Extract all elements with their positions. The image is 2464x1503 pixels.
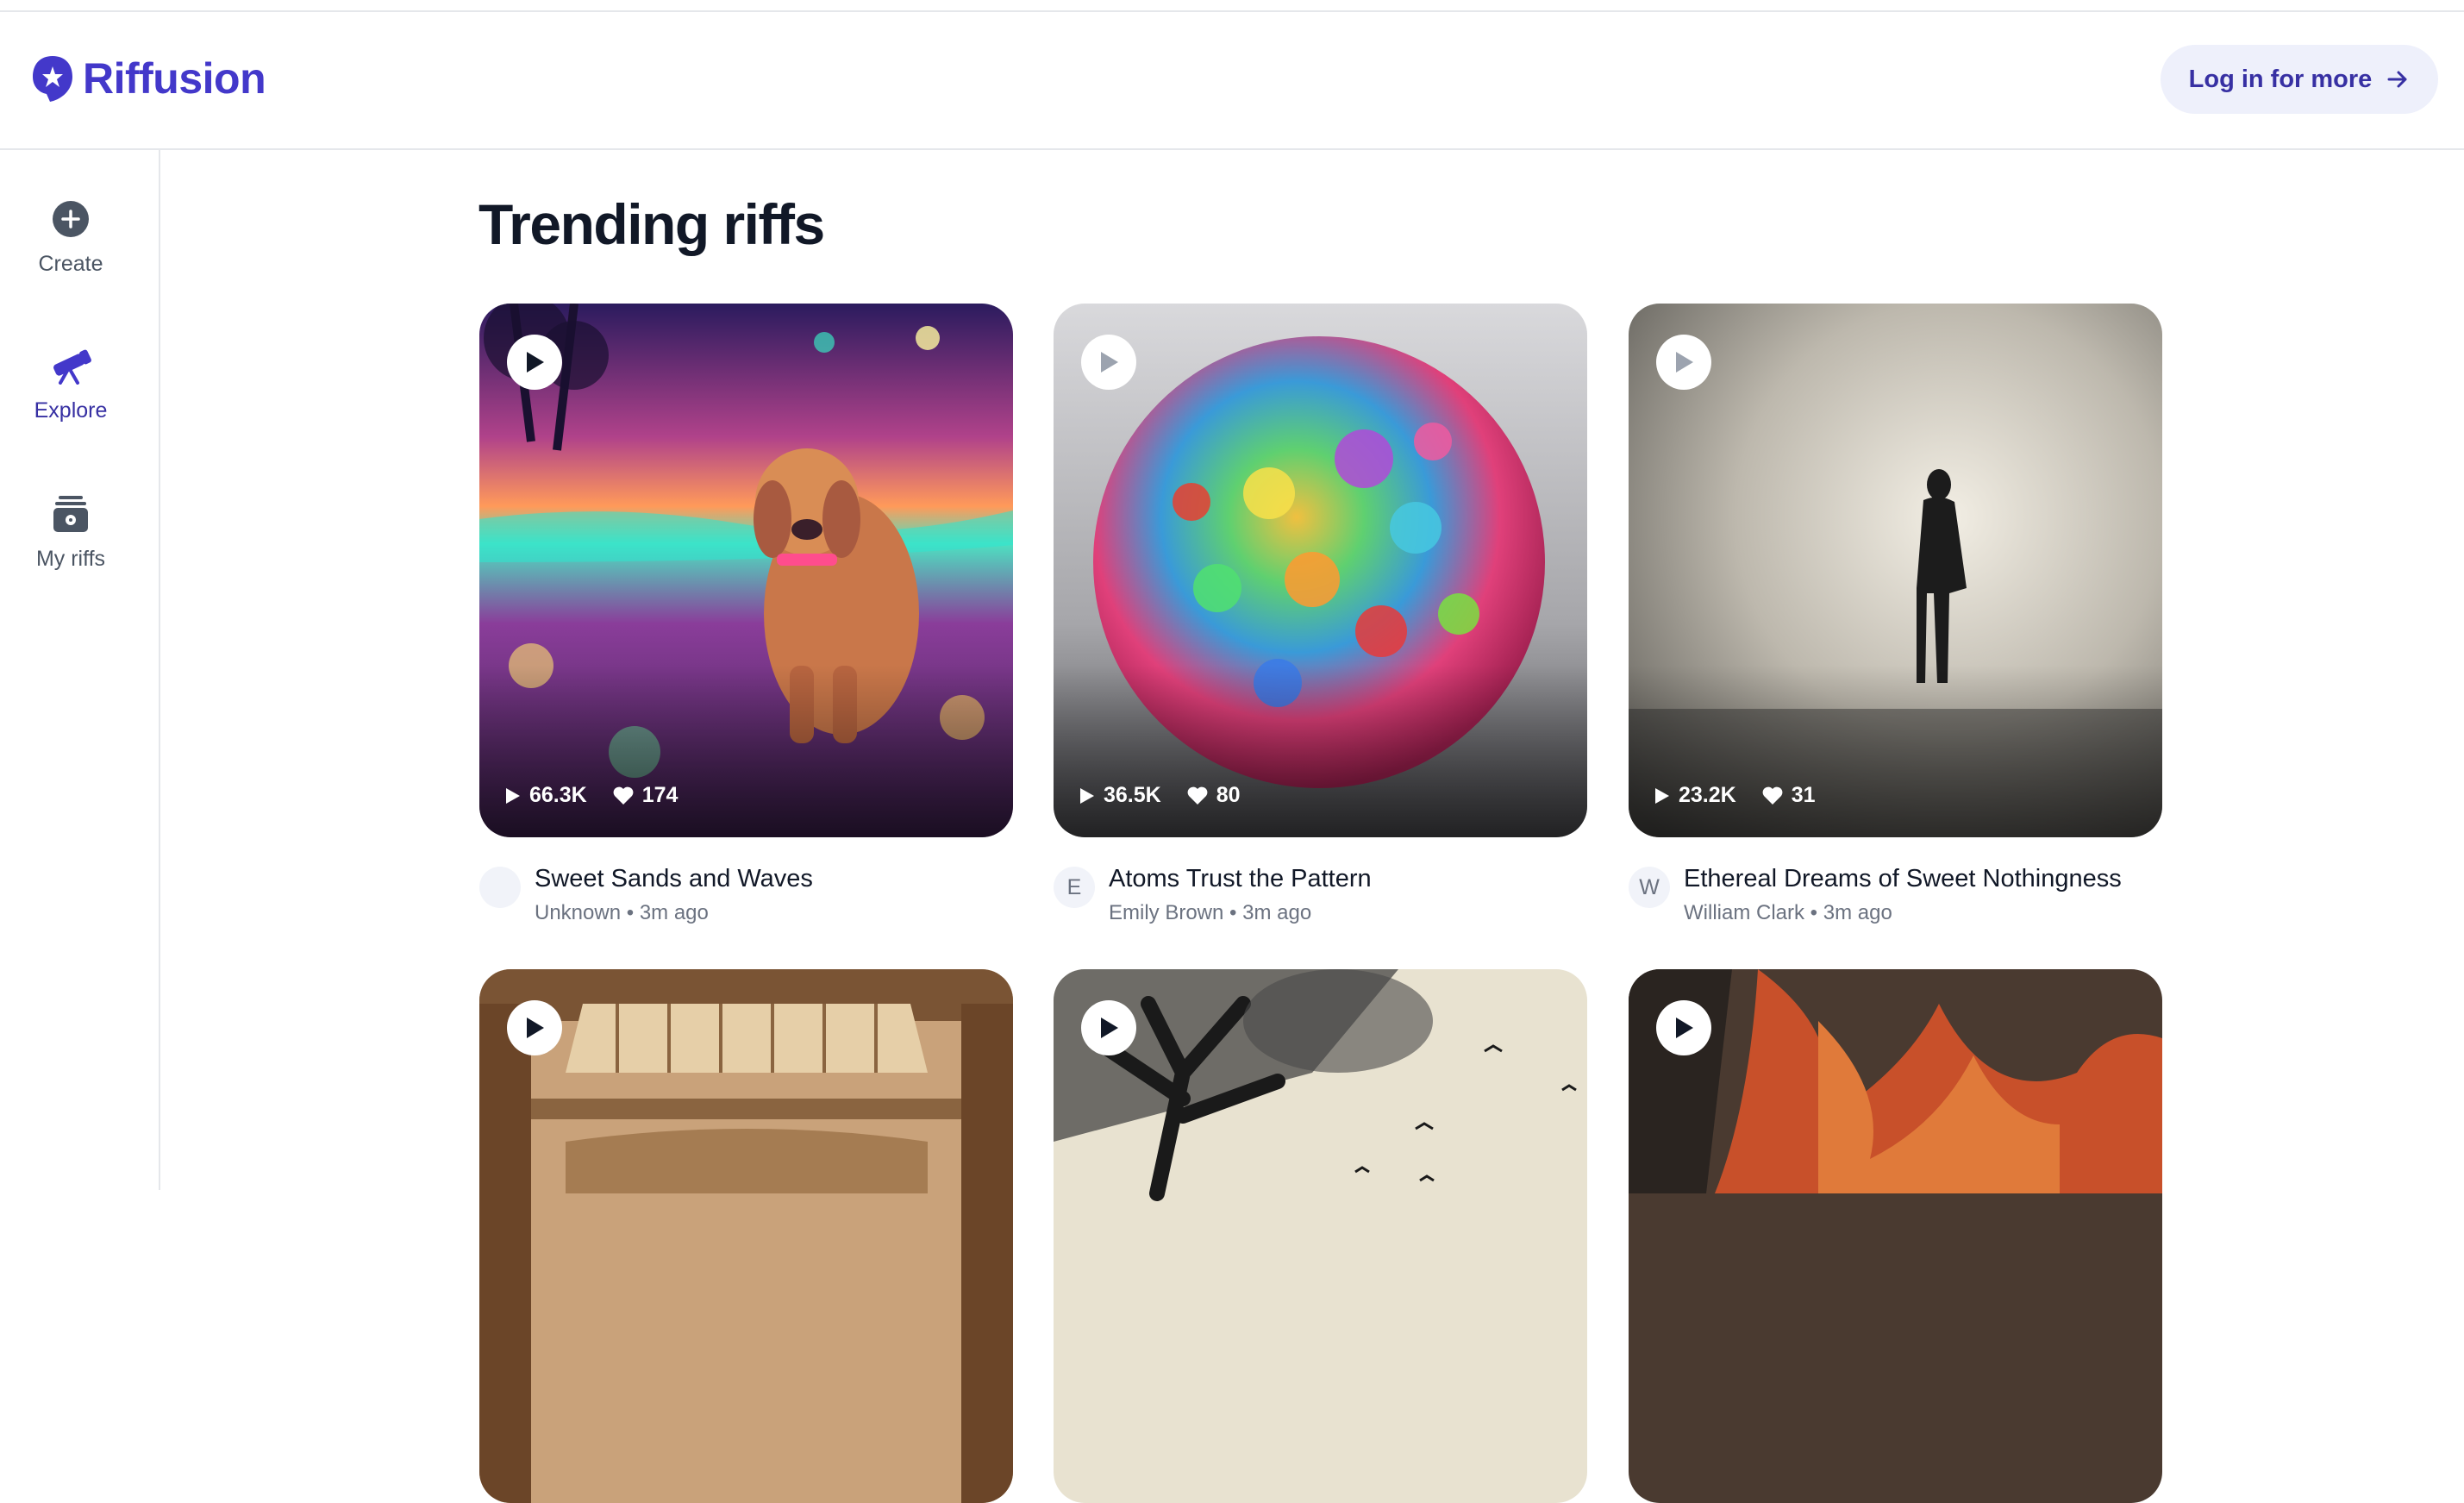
riff-cover-image[interactable]: [1629, 969, 2162, 1503]
play-icon: [1101, 352, 1118, 373]
riff-byline: Emily Brown • 3m ago: [1109, 901, 1311, 925]
browser-top-border: [0, 0, 2464, 12]
riff-meta: W Ethereal Dreams of Sweet Nothingness W…: [1629, 865, 2162, 925]
page-title: Trending riffs: [478, 192, 825, 256]
riff-title[interactable]: Sweet Sands and Waves: [535, 865, 813, 893]
riff-card[interactable]: [1054, 969, 1587, 1503]
cover-art-sepia-hall: [479, 969, 1013, 1503]
cover-art-ink-tree: [1054, 969, 1587, 1503]
riff-stats: 36.5K 80: [1079, 783, 1256, 808]
telescope-icon: [50, 345, 91, 386]
riff-card[interactable]: [1629, 969, 2162, 1503]
heart-icon: [1187, 786, 1208, 805]
arrow-right-icon: [2387, 71, 2407, 88]
play-button[interactable]: [1081, 1000, 1136, 1055]
sidebar-item-label: Explore: [34, 398, 108, 423]
avatar[interactable]: W: [1629, 867, 1670, 908]
separator-dot: •: [1229, 901, 1243, 924]
plays-icon: [1655, 787, 1669, 804]
brand-name: Riffusion: [83, 54, 266, 103]
riff-byline: William Clark • 3m ago: [1684, 901, 1892, 925]
avatar[interactable]: E: [1054, 867, 1095, 908]
play-icon: [1676, 352, 1693, 373]
riffusion-logo-icon: [33, 56, 72, 102]
cover-shade: [479, 665, 1013, 837]
like-count: 31: [1791, 783, 1816, 807]
riff-stats: 66.3K 174: [505, 783, 693, 808]
riff-cover-image[interactable]: [1054, 969, 1587, 1503]
play-button[interactable]: [507, 1000, 562, 1055]
plays-icon: [1080, 787, 1094, 804]
riff-card[interactable]: 36.5K 80 E Atoms Trust the Pattern Emily…: [1054, 304, 1587, 925]
sidebar-item-my-riffs[interactable]: My riffs: [0, 493, 141, 572]
riff-cover-image[interactable]: [479, 969, 1013, 1503]
like-count: 174: [641, 783, 679, 807]
sidebar-item-label: Create: [38, 252, 103, 276]
riff-cover-image[interactable]: 66.3K 174: [479, 304, 1013, 837]
riff-title[interactable]: Ethereal Dreams of Sweet Nothingness: [1684, 865, 2122, 893]
play-icon: [1676, 1018, 1693, 1038]
riff-card[interactable]: 66.3K 174 Sweet Sands and Waves Unknown …: [479, 304, 1013, 925]
riff-author[interactable]: Unknown: [535, 901, 621, 924]
play-button[interactable]: [1656, 335, 1711, 390]
like-count: 80: [1216, 783, 1241, 807]
riff-author[interactable]: William Clark: [1684, 901, 1804, 924]
cover-shade: [1054, 665, 1587, 837]
riff-meta: E Atoms Trust the Pattern Emily Brown • …: [1054, 865, 1587, 925]
riff-time: 3m ago: [639, 901, 709, 924]
cover-shade: [1629, 665, 2162, 837]
play-count: 66.3K: [529, 783, 587, 807]
riff-meta: Sweet Sands and Waves Unknown • 3m ago: [479, 865, 1013, 925]
library-icon: [50, 493, 91, 535]
riff-card[interactable]: 23.2K 31 W Ethereal Dreams of Sweet Noth…: [1629, 304, 2162, 925]
play-count: 23.2K: [1679, 783, 1736, 807]
play-button[interactable]: [507, 335, 562, 390]
riff-card[interactable]: [479, 969, 1013, 1503]
riff-time: 3m ago: [1823, 901, 1892, 924]
sidebar: Create Explore My riffs: [0, 150, 160, 1190]
heart-icon: [613, 786, 634, 805]
login-button[interactable]: Log in for more: [2161, 45, 2438, 114]
riff-cover-image[interactable]: 23.2K 31: [1629, 304, 2162, 837]
play-icon: [527, 352, 544, 373]
play-button[interactable]: [1656, 1000, 1711, 1055]
play-button[interactable]: [1081, 335, 1136, 390]
heart-icon: [1762, 786, 1783, 805]
sidebar-item-create[interactable]: Create: [0, 198, 141, 277]
riff-time: 3m ago: [1242, 901, 1312, 924]
sidebar-item-explore[interactable]: Explore: [0, 345, 141, 423]
riff-byline: Unknown • 3m ago: [535, 901, 709, 925]
brand-logo[interactable]: Riffusion: [31, 53, 266, 103]
plays-icon: [506, 787, 520, 804]
play-icon: [527, 1018, 544, 1038]
play-icon: [1101, 1018, 1118, 1038]
sidebar-item-label: My riffs: [35, 547, 106, 571]
separator-dot: •: [626, 901, 640, 924]
avatar[interactable]: [479, 867, 521, 908]
riff-title[interactable]: Atoms Trust the Pattern: [1109, 865, 1372, 893]
riff-stats: 23.2K 31: [1654, 783, 1831, 808]
play-count: 36.5K: [1104, 783, 1161, 807]
riff-cover-image[interactable]: 36.5K 80: [1054, 304, 1587, 837]
login-button-label: Log in for more: [2188, 65, 2373, 93]
riff-author[interactable]: Emily Brown: [1109, 901, 1223, 924]
plus-circle-icon: [50, 198, 91, 240]
top-bar: Riffusion Log in for more: [0, 12, 2464, 150]
cover-art-fire: [1629, 969, 2162, 1503]
separator-dot: •: [1810, 901, 1823, 924]
